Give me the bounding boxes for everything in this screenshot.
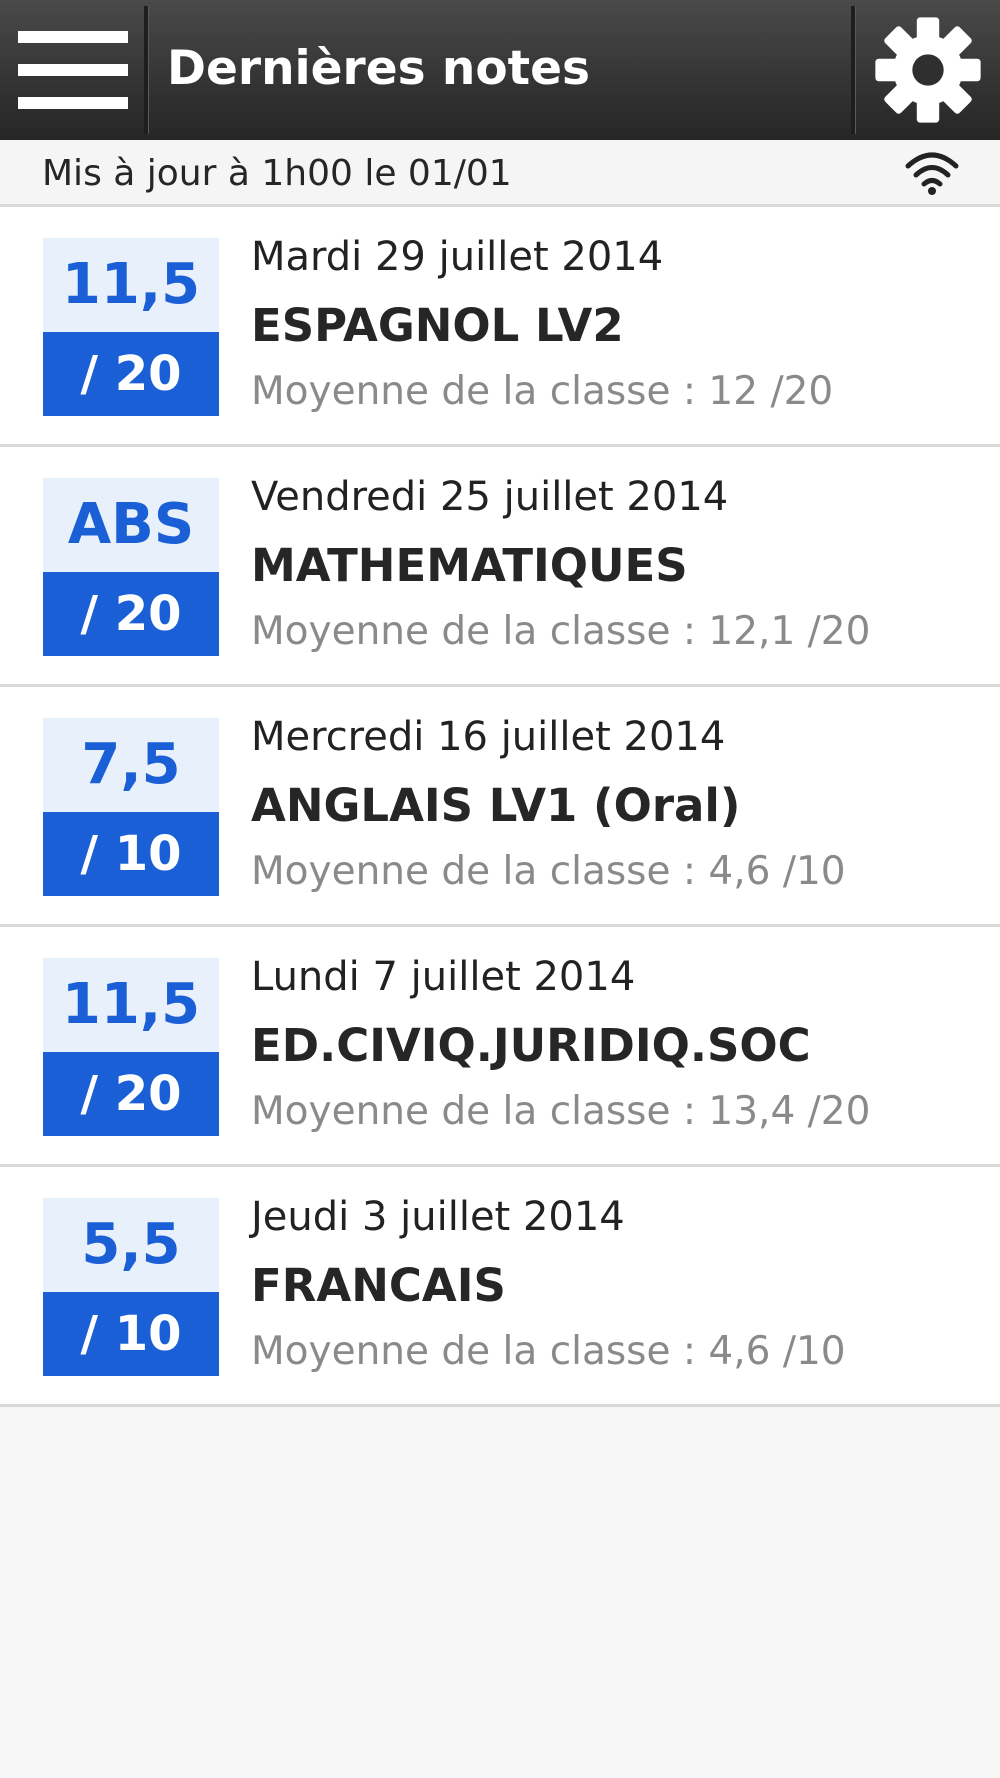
last-update-text: Mis à jour à 1h00 le 01/01 [42, 153, 512, 194]
grade-value: 11,5 [43, 238, 219, 332]
grade-date: Mardi 29 juillet 2014 [251, 234, 664, 280]
grade-value: ABS [43, 478, 219, 572]
grade-date: Vendredi 25 juillet 2014 [251, 474, 729, 520]
grades-list: 11,5 / 20 Mardi 29 juillet 2014 ESPAGNOL… [0, 207, 1000, 1407]
grade-max: / 10 [43, 1292, 219, 1376]
grade-max: / 10 [43, 812, 219, 896]
grade-subject: ANGLAIS LV1 (Oral) [251, 779, 741, 832]
grade-list-item[interactable]: 7,5 / 10 Mercredi 16 juillet 2014 ANGLAI… [0, 687, 1000, 927]
grade-subject: FRANCAIS [251, 1259, 506, 1312]
grade-badge: 11,5 / 20 [43, 238, 219, 416]
grade-badge: 7,5 / 10 [43, 718, 219, 896]
grade-max: / 20 [43, 572, 219, 656]
grade-subject: ESPAGNOL LV2 [251, 299, 624, 352]
menu-button[interactable] [0, 0, 145, 140]
gear-icon [875, 17, 981, 123]
grade-value: 7,5 [43, 718, 219, 812]
grade-list-item[interactable]: 11,5 / 20 Mardi 29 juillet 2014 ESPAGNOL… [0, 207, 1000, 447]
grade-value: 11,5 [43, 958, 219, 1052]
grade-list-item[interactable]: ABS / 20 Vendredi 25 juillet 2014 MATHEM… [0, 447, 1000, 687]
hamburger-menu-icon-bar [18, 64, 128, 76]
settings-button[interactable] [858, 0, 1000, 140]
grade-value: 5,5 [43, 1198, 219, 1292]
grade-subject: MATHEMATIQUES [251, 539, 688, 592]
grade-date: Lundi 7 juillet 2014 [251, 954, 636, 1000]
grade-date: Mercredi 16 juillet 2014 [251, 714, 726, 760]
sync-status-bar: Mis à jour à 1h00 le 01/01 [0, 140, 1000, 207]
class-average: Moyenne de la classe : 4,6 /10 [251, 849, 846, 894]
class-average: Moyenne de la classe : 13,4 /20 [251, 1089, 871, 1134]
page-title: Dernières notes [167, 41, 590, 96]
grade-list-item[interactable]: 5,5 / 10 Jeudi 3 juillet 2014 FRANCAIS M… [0, 1167, 1000, 1407]
grade-date: Jeudi 3 juillet 2014 [251, 1194, 625, 1240]
class-average: Moyenne de la classe : 4,6 /10 [251, 1329, 846, 1374]
divider [851, 6, 856, 134]
divider [144, 6, 149, 134]
hamburger-menu-icon [18, 31, 128, 43]
grade-list-item[interactable]: 11,5 / 20 Lundi 7 juillet 2014 ED.CIVIQ.… [0, 927, 1000, 1167]
wifi-icon [905, 152, 959, 195]
app-bar: Dernières notes [0, 0, 1000, 140]
grade-badge: 11,5 / 20 [43, 958, 219, 1136]
class-average: Moyenne de la classe : 12,1 /20 [251, 609, 871, 654]
hamburger-menu-icon-bar [18, 97, 128, 109]
grade-badge: 5,5 / 10 [43, 1198, 219, 1376]
grade-subject: ED.CIVIQ.JURIDIQ.SOC [251, 1019, 811, 1072]
grade-max: / 20 [43, 1052, 219, 1136]
grade-max: / 20 [43, 332, 219, 416]
class-average: Moyenne de la classe : 12 /20 [251, 369, 834, 414]
grade-badge: ABS / 20 [43, 478, 219, 656]
